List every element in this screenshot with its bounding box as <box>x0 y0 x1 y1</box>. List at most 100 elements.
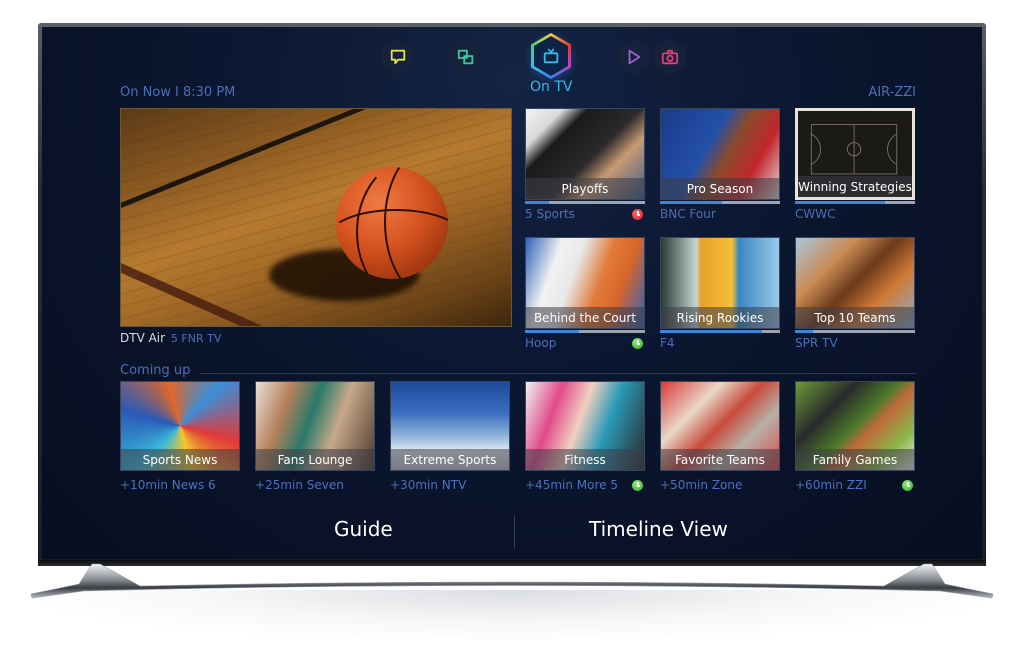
upcoming-channel: Seven <box>306 478 344 492</box>
upcoming-channel: Zone <box>711 478 743 492</box>
nav-apps-button[interactable] <box>450 39 482 75</box>
live-source: DTV Air <box>120 331 166 345</box>
nav-photos-button[interactable] <box>654 39 686 75</box>
program-channel: SPR TV <box>795 336 838 350</box>
program-tile[interactable]: Rising Rookies F4 <box>660 237 780 357</box>
progress-bar <box>525 330 645 333</box>
program-title: Sports News <box>121 449 239 470</box>
clock-icon <box>632 209 643 220</box>
upcoming-time: +45min <box>525 478 573 492</box>
section-divider <box>200 373 916 374</box>
progress-fill <box>525 201 549 204</box>
program-title: Rising Rookies <box>661 307 779 328</box>
upcoming-time: +60min <box>795 478 843 492</box>
progress-bar <box>525 201 645 204</box>
program-thumbnail: Winning Strategies <box>795 108 915 200</box>
on-now-time: On Now I 8:30 PM <box>120 85 236 100</box>
program-thumbnail: Fitness <box>525 381 645 471</box>
guide-button[interactable]: Guide <box>334 517 393 541</box>
upcoming-tile[interactable]: Sports News +10min News 6 <box>120 381 240 497</box>
upcoming-time: +30min <box>390 478 438 492</box>
progress-fill <box>795 330 813 333</box>
program-title: Winning Strategies <box>798 176 912 197</box>
progress-fill <box>660 330 762 333</box>
upcoming-schedule: +10min News 6 <box>120 478 216 492</box>
upcoming-tile[interactable]: Favorite Teams +50min Zone <box>660 381 780 497</box>
upcoming-time: +25min <box>255 478 303 492</box>
play-icon <box>628 49 641 65</box>
nav-movies-button[interactable] <box>618 39 650 75</box>
program-channel: CWWC <box>795 207 836 221</box>
progress-fill <box>795 201 885 204</box>
program-title: Fans Lounge <box>256 449 374 470</box>
camera-icon <box>661 49 679 65</box>
clock-icon <box>632 338 643 349</box>
live-tv-preview[interactable] <box>120 108 512 327</box>
program-thumbnail: Rising Rookies <box>660 237 780 329</box>
upcoming-schedule: +45min More 5 <box>525 478 618 492</box>
upcoming-schedule: +60min ZZI <box>795 478 867 492</box>
program-thumbnail: Extreme Sports <box>390 381 510 471</box>
live-channel: 5 FNR TV <box>170 332 222 345</box>
device-id: AIR-ZZI <box>868 85 916 100</box>
upcoming-channel: NTV <box>441 478 467 492</box>
progress-bar <box>795 201 915 204</box>
program-thumbnail: Favorite Teams <box>660 381 780 471</box>
tv-screen: On TV On Now I 8:30 PM AIR-ZZI DTV Air 5… <box>42 27 982 559</box>
upcoming-channel: More 5 <box>576 478 618 492</box>
apps-squares-icon <box>457 49 474 65</box>
progress-fill <box>525 330 579 333</box>
nav-social-button[interactable] <box>382 39 414 75</box>
upcoming-time: +50min <box>660 478 708 492</box>
program-tile[interactable]: Winning Strategies CWWC <box>795 108 915 228</box>
program-tile[interactable]: Top 10 Teams SPR TV <box>795 237 915 357</box>
program-thumbnail: Sports News <box>120 381 240 471</box>
progress-bar <box>660 201 780 204</box>
program-title: Playoffs <box>526 178 644 199</box>
upcoming-tile[interactable]: Family Games +60min ZZI <box>795 381 915 497</box>
program-thumbnail: Playoffs <box>525 108 645 200</box>
upcoming-schedule: +25min Seven <box>255 478 344 492</box>
coming-up-heading: Coming up <box>120 363 191 378</box>
upcoming-channel: ZZI <box>846 478 867 492</box>
clock-icon <box>632 480 643 491</box>
program-thumbnail: Pro Season <box>660 108 780 200</box>
upcoming-schedule: +30min NTV <box>390 478 466 492</box>
program-channel: Hoop <box>525 336 557 350</box>
upcoming-channel: News 6 <box>171 478 216 492</box>
program-thumbnail: Behind the Court <box>525 237 645 329</box>
upcoming-tile[interactable]: Fans Lounge +25min Seven <box>255 381 375 497</box>
upcoming-time: +10min <box>120 478 168 492</box>
tv-stand <box>30 563 994 599</box>
progress-bar <box>795 330 915 333</box>
program-tile[interactable]: Pro Season BNC Four <box>660 108 780 228</box>
timeline-view-button[interactable]: Timeline View <box>589 517 728 541</box>
program-thumbnail: Fans Lounge <box>255 381 375 471</box>
program-thumbnail: Top 10 Teams <box>795 237 915 329</box>
program-channel: F4 <box>660 336 675 350</box>
program-title: Top 10 Teams <box>796 307 914 328</box>
program-title: Extreme Sports <box>391 449 509 470</box>
program-channel: BNC Four <box>660 207 716 221</box>
progress-bar <box>660 330 780 333</box>
active-section-label: On TV <box>530 79 573 95</box>
program-title: Behind the Court <box>526 307 644 328</box>
tv-icon <box>543 48 559 64</box>
clock-icon <box>902 480 913 491</box>
program-tile[interactable]: Behind the Court Hoop <box>525 237 645 357</box>
top-nav: On TV <box>382 29 686 95</box>
program-thumbnail: Family Games <box>795 381 915 471</box>
upcoming-tile[interactable]: Fitness +45min More 5 <box>525 381 645 497</box>
program-title: Favorite Teams <box>661 449 779 470</box>
footer-divider <box>514 515 515 549</box>
program-channel: 5 Sports <box>525 207 575 221</box>
program-title: Pro Season <box>661 178 779 199</box>
program-title: Family Games <box>796 449 914 470</box>
upcoming-schedule: +50min Zone <box>660 478 742 492</box>
chat-bubble-icon <box>390 49 406 65</box>
progress-fill <box>660 201 723 204</box>
live-source-caption: DTV Air 5 FNR TV <box>120 331 221 345</box>
program-tile[interactable]: Playoffs 5 Sports <box>525 108 645 228</box>
tv-bezel: On TV On Now I 8:30 PM AIR-ZZI DTV Air 5… <box>38 23 986 565</box>
upcoming-tile[interactable]: Extreme Sports +30min NTV <box>390 381 510 497</box>
